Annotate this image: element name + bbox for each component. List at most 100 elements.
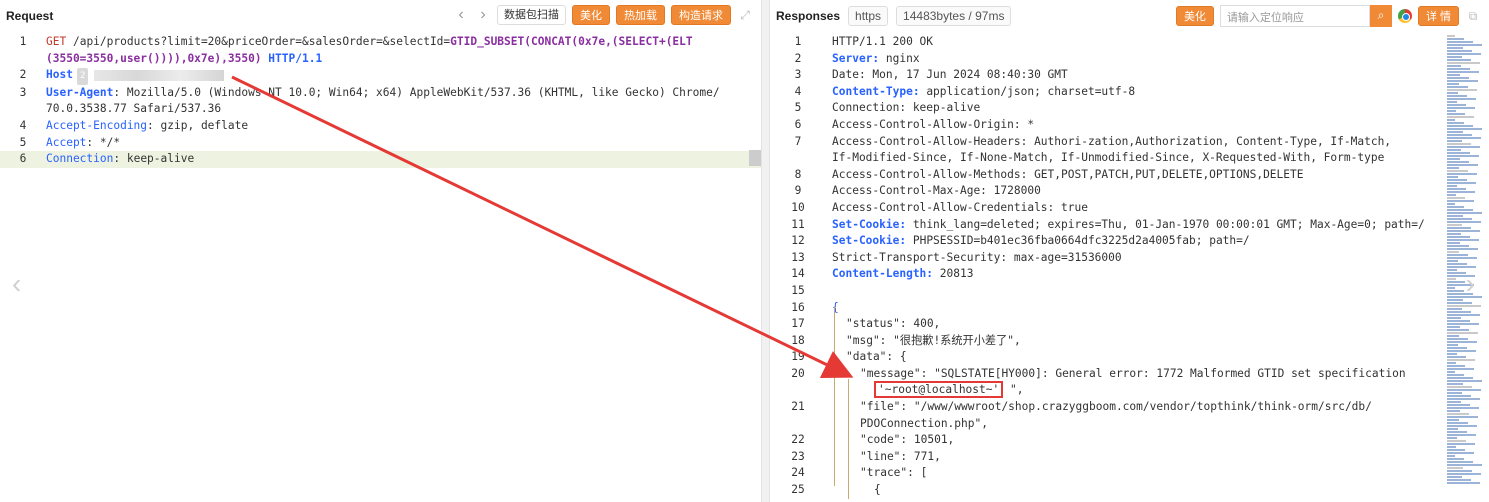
line-text: "file": "/www/wwwroot/shop.crazyggboom.c… — [860, 400, 1372, 414]
minimap-line — [1447, 245, 1469, 247]
line-content: Access-Control-Allow-Methods: GET,POST,P… — [826, 167, 1303, 184]
minimap-line — [1447, 212, 1482, 214]
detail-button[interactable]: 详 情 — [1417, 6, 1459, 26]
line-number: 9 — [794, 184, 802, 198]
minimap-line — [1447, 176, 1458, 178]
chevron-left-icon[interactable]: ‹ — [453, 6, 469, 24]
line-text: Date: Mon, 17 Jun 2024 08:40:30 GMT — [832, 68, 1068, 82]
beautify-button[interactable]: 美化 — [572, 5, 610, 25]
line-number — [0, 51, 46, 68]
minimap-line — [1447, 101, 1457, 103]
expand-icon[interactable]: ⤢ — [737, 8, 753, 23]
minimap-line — [1447, 194, 1456, 196]
line-number: 1 — [794, 35, 802, 48]
header-key: Content-Type: — [832, 84, 920, 98]
minimap-line — [1447, 98, 1476, 100]
minimap-line — [1447, 125, 1473, 127]
line-text: "data": { — [846, 350, 907, 364]
chevron-right-icon[interactable]: › — [1466, 268, 1475, 300]
minimap-line — [1447, 140, 1462, 142]
minimap-line — [1447, 131, 1463, 133]
build-request-button[interactable]: 构造请求 — [671, 5, 731, 25]
line-text: "line": 771, — [860, 449, 941, 463]
minimap-line — [1447, 464, 1482, 466]
request-editor[interactable]: 1 GET /api/products?limit=20&priceOrder=… — [0, 34, 761, 502]
minimap-line — [1447, 380, 1482, 382]
line-number — [0, 101, 46, 118]
line-content: Host 2 — [46, 67, 225, 85]
minimap-line — [1447, 341, 1477, 343]
minimap-line — [1447, 119, 1455, 121]
request-toolbar: Request ‹ › 数据包扫描 美化 热加载 构造请求 ⤢ — [0, 0, 761, 32]
response-line: 15 — [770, 283, 1450, 300]
line-number: 7 — [794, 134, 802, 148]
minimap-line — [1447, 62, 1480, 64]
minimap-line — [1447, 191, 1475, 193]
response-line: 7 Access-Control-Allow-Headers: Authori-z… — [770, 134, 1450, 151]
minimap-line — [1447, 329, 1469, 331]
locate-response-input[interactable]: 请输入定位响应 — [1219, 5, 1370, 27]
minimap-line — [1447, 407, 1479, 409]
minimap-line — [1447, 239, 1479, 241]
line-number: 17 — [791, 317, 805, 331]
beautify-response-button[interactable]: 美化 — [1175, 6, 1214, 26]
packet-scan-button[interactable]: 数据包扫描 — [497, 5, 566, 25]
header-key: Set-Cookie: — [832, 234, 907, 248]
minimap-line — [1447, 386, 1472, 388]
scrollbar-thumb[interactable] — [749, 150, 761, 166]
chrome-icon[interactable] — [1397, 9, 1412, 23]
line-number — [770, 382, 826, 399]
minimap-line — [1447, 50, 1472, 52]
minimap-line — [1447, 77, 1469, 79]
line-content: Strict-Transport-Security: max-age=31536… — [826, 250, 1122, 267]
chevron-left-icon[interactable]: ‹ — [12, 268, 21, 300]
response-editor[interactable]: 1 HTTP/1.1 200 OK 2 Server: nginx 3 Date: Mon… — [770, 34, 1450, 502]
minimap-line — [1447, 113, 1465, 115]
line-number: 18 — [791, 333, 805, 347]
header-key: Host — [46, 68, 73, 82]
line-text: "msg": "很抱歉!系统开小差了", — [846, 333, 1021, 347]
minimap-line — [1447, 167, 1459, 169]
line-content: '~root@localhost~' ", — [826, 381, 1023, 399]
line-content: HTTP/1.1 200 OK — [826, 34, 933, 51]
minimap-line — [1447, 185, 1457, 187]
minimap-line — [1447, 107, 1475, 109]
line-content: PDOConnection.php", — [826, 416, 988, 433]
minimap-line — [1447, 356, 1466, 358]
minimap-line — [1447, 122, 1464, 124]
http-protocol: HTTP/1.1 — [268, 51, 323, 65]
minimap-line — [1447, 134, 1472, 136]
response-line: 3 Date: Mon, 17 Jun 2024 08:40:30 GMT — [770, 67, 1450, 84]
line-content: "message": "SQLSTATE[HY000]: General err… — [826, 366, 1406, 383]
minimap-line — [1447, 434, 1476, 436]
minimap-line — [1447, 314, 1480, 316]
line-content: "line": 771, — [826, 449, 941, 466]
minimap-line — [1447, 206, 1464, 208]
minimap-line — [1447, 452, 1474, 454]
minimap-line — [1447, 260, 1458, 262]
search-icon[interactable]: ⌕ — [1369, 5, 1392, 27]
line-content: Date: Mon, 17 Jun 2024 08:40:30 GMT — [826, 67, 1068, 84]
minimap-line — [1447, 422, 1468, 424]
minimap-line — [1447, 353, 1457, 355]
line-content: Connection: keep-alive — [826, 100, 980, 117]
minimap-line — [1447, 257, 1477, 259]
minimap-line — [1447, 443, 1475, 445]
hotload-button[interactable]: 热加载 — [616, 5, 665, 25]
chevron-right-icon[interactable]: › — [475, 6, 491, 24]
minimap-line — [1447, 323, 1479, 325]
pane-splitter[interactable] — [761, 0, 770, 502]
request-line: 2 Host 2 — [0, 67, 761, 85]
response-line: 19 "data": { — [770, 349, 1450, 366]
minimap-line — [1447, 80, 1478, 82]
minimap-line — [1447, 374, 1464, 376]
minimap-line — [1447, 281, 1465, 283]
minimap-line — [1447, 215, 1463, 217]
response-line: 9 Access-Control-Max-Age: 1728000 — [770, 183, 1450, 200]
response-pane: Responses https 14483bytes / 97ms 美化 请输入… — [770, 0, 1489, 502]
line-content: If-Modified-Since, If-None-Match, If-Unm… — [826, 150, 1384, 167]
host-badge: 2 — [76, 68, 89, 85]
line-content: Content-Length: 20813 — [826, 266, 973, 283]
clipboard-icon[interactable]: ⧉ — [1465, 9, 1481, 24]
minimap-line — [1447, 188, 1466, 190]
